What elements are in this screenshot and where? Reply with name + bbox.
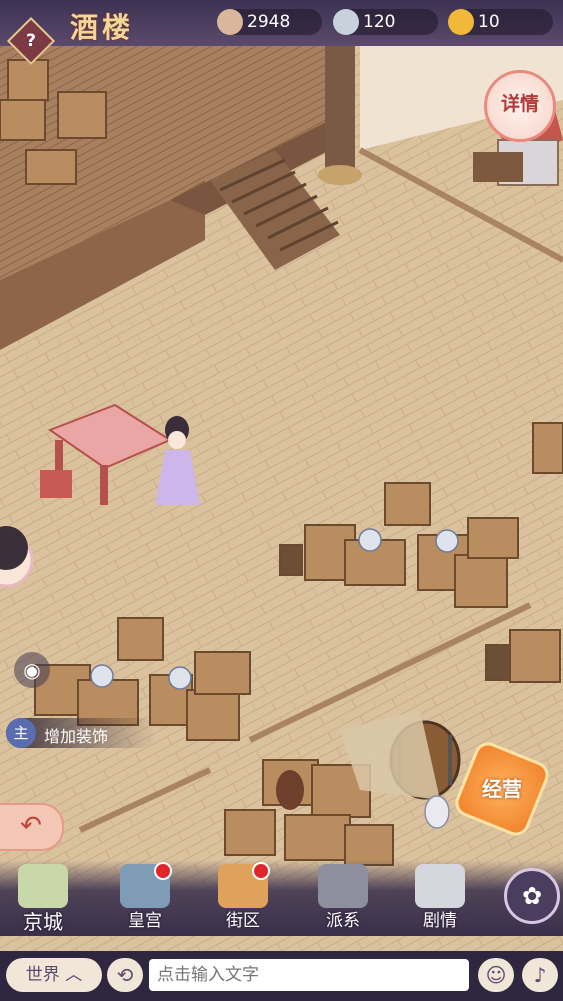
map-icon <box>18 864 68 908</box>
channel-select[interactable]: 世界 ︿ <box>6 958 102 992</box>
page-title: 酒楼 <box>70 11 135 44</box>
help-icon: ? <box>26 31 36 51</box>
gold-value: 10 <box>478 12 500 32</box>
owner-tag: 主 <box>6 718 36 748</box>
nav-label: 街区 <box>226 911 260 931</box>
manage-label: 经营 <box>482 777 522 801</box>
flower-icon[interactable]: ✿ <box>504 868 560 924</box>
wine-jar <box>276 770 304 810</box>
channel-label: 世界 <box>25 965 60 985</box>
nav-label: 京城 <box>23 910 63 934</box>
eye-icon[interactable]: ◉ <box>14 652 50 688</box>
chevron-up-icon: ︿ <box>65 965 83 985</box>
manage-button[interactable]: 经营 <box>451 738 553 840</box>
resource-gold[interactable]: 10 <box>448 9 553 35</box>
tavern-scene <box>0 0 563 1001</box>
nav-district[interactable]: 街区 <box>208 862 278 934</box>
chat-input[interactable] <box>149 959 469 991</box>
detail-button[interactable]: 详情 <box>484 70 556 142</box>
silver-value: 120 <box>363 12 396 32</box>
history-icon[interactable]: ⟲ <box>107 958 143 992</box>
notification-badge <box>154 862 172 880</box>
add-decoration-button[interactable]: 主 增加装饰 <box>6 718 156 748</box>
resource-prestige[interactable]: 2948 <box>217 9 322 35</box>
nav-palace[interactable]: 皇宫 <box>110 862 180 934</box>
emoji-icon[interactable]: ☺ <box>478 958 514 992</box>
notification-badge <box>252 862 270 880</box>
nav-label: 皇宫 <box>128 911 162 931</box>
nav-story[interactable]: 剧情 <box>405 864 475 934</box>
dragon-icon <box>318 864 368 908</box>
microphone-icon[interactable]: ♪ <box>522 958 558 992</box>
prestige-value: 2948 <box>247 12 291 32</box>
add-decoration-label: 增加装饰 <box>44 727 109 746</box>
nav-label: 剧情 <box>423 911 457 931</box>
back-arrow-icon[interactable]: ↶ <box>0 803 64 851</box>
jar <box>424 795 450 829</box>
wooden-pillar <box>325 40 355 180</box>
bottom-nav <box>0 860 563 936</box>
prestige-icon <box>217 9 243 35</box>
nav-capital[interactable]: 京城 <box>8 864 78 934</box>
book-icon <box>415 864 465 908</box>
nav-faction[interactable]: 派系 <box>308 864 378 934</box>
resource-silver[interactable]: 120 <box>333 9 438 35</box>
nav-label: 派系 <box>326 911 360 931</box>
silver-ingot-icon <box>333 9 359 35</box>
gold-ingot-icon <box>448 9 474 35</box>
